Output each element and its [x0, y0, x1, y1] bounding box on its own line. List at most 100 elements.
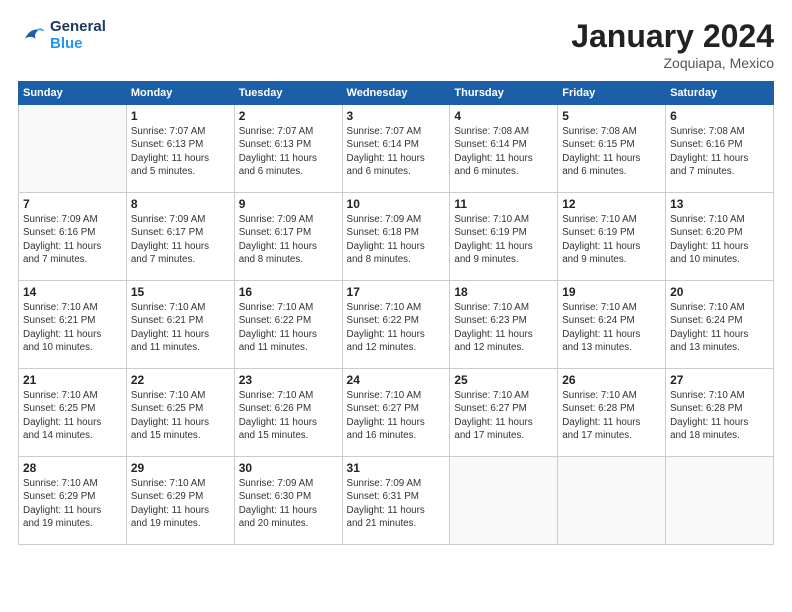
page: General Blue January 2024 Zoquiapa, Mexi… [0, 0, 792, 612]
cell-info: Sunrise: 7:09 AM Sunset: 6:30 PM Dayligh… [239, 477, 338, 530]
day-number: 24 [347, 372, 446, 388]
day-number: 1 [131, 108, 230, 124]
day-number: 23 [239, 372, 338, 388]
cell-info: Sunrise: 7:10 AM Sunset: 6:29 PM Dayligh… [131, 477, 230, 530]
day-number: 21 [23, 372, 122, 388]
day-number: 16 [239, 284, 338, 300]
cell-info: Sunrise: 7:10 AM Sunset: 6:28 PM Dayligh… [670, 389, 769, 442]
cell-info: Sunrise: 7:09 AM Sunset: 6:17 PM Dayligh… [239, 213, 338, 266]
logo: General Blue [18, 18, 106, 53]
logo-text: General Blue [50, 18, 106, 53]
cell-info: Sunrise: 7:10 AM Sunset: 6:25 PM Dayligh… [23, 389, 122, 442]
calendar-cell: 11Sunrise: 7:10 AM Sunset: 6:19 PM Dayli… [450, 193, 558, 281]
week-row: 7Sunrise: 7:09 AM Sunset: 6:16 PM Daylig… [19, 193, 774, 281]
day-number: 25 [454, 372, 553, 388]
day-header-wednesday: Wednesday [342, 82, 450, 105]
calendar-cell: 27Sunrise: 7:10 AM Sunset: 6:28 PM Dayli… [666, 369, 774, 457]
calendar-cell: 10Sunrise: 7:09 AM Sunset: 6:18 PM Dayli… [342, 193, 450, 281]
calendar-cell: 28Sunrise: 7:10 AM Sunset: 6:29 PM Dayli… [19, 457, 127, 545]
calendar-cell: 5Sunrise: 7:08 AM Sunset: 6:15 PM Daylig… [558, 105, 666, 193]
day-number: 18 [454, 284, 553, 300]
calendar-cell: 12Sunrise: 7:10 AM Sunset: 6:19 PM Dayli… [558, 193, 666, 281]
calendar-cell: 16Sunrise: 7:10 AM Sunset: 6:22 PM Dayli… [234, 281, 342, 369]
calendar-cell: 20Sunrise: 7:10 AM Sunset: 6:24 PM Dayli… [666, 281, 774, 369]
day-number: 28 [23, 460, 122, 476]
cell-info: Sunrise: 7:10 AM Sunset: 6:21 PM Dayligh… [131, 301, 230, 354]
calendar-cell: 2Sunrise: 7:07 AM Sunset: 6:13 PM Daylig… [234, 105, 342, 193]
calendar-cell: 4Sunrise: 7:08 AM Sunset: 6:14 PM Daylig… [450, 105, 558, 193]
calendar-title: January 2024 [571, 18, 774, 55]
day-number: 29 [131, 460, 230, 476]
week-row: 21Sunrise: 7:10 AM Sunset: 6:25 PM Dayli… [19, 369, 774, 457]
day-number: 2 [239, 108, 338, 124]
cell-info: Sunrise: 7:10 AM Sunset: 6:22 PM Dayligh… [347, 301, 446, 354]
calendar-cell: 1Sunrise: 7:07 AM Sunset: 6:13 PM Daylig… [126, 105, 234, 193]
day-number: 4 [454, 108, 553, 124]
cell-info: Sunrise: 7:09 AM Sunset: 6:31 PM Dayligh… [347, 477, 446, 530]
day-number: 7 [23, 196, 122, 212]
day-number: 17 [347, 284, 446, 300]
header: General Blue January 2024 Zoquiapa, Mexi… [18, 18, 774, 71]
calendar-cell: 24Sunrise: 7:10 AM Sunset: 6:27 PM Dayli… [342, 369, 450, 457]
calendar-cell [558, 457, 666, 545]
calendar-cell: 29Sunrise: 7:10 AM Sunset: 6:29 PM Dayli… [126, 457, 234, 545]
cell-info: Sunrise: 7:07 AM Sunset: 6:14 PM Dayligh… [347, 125, 446, 178]
day-header-tuesday: Tuesday [234, 82, 342, 105]
cell-info: Sunrise: 7:10 AM Sunset: 6:28 PM Dayligh… [562, 389, 661, 442]
calendar-cell: 9Sunrise: 7:09 AM Sunset: 6:17 PM Daylig… [234, 193, 342, 281]
day-number: 12 [562, 196, 661, 212]
day-header-friday: Friday [558, 82, 666, 105]
calendar-cell: 17Sunrise: 7:10 AM Sunset: 6:22 PM Dayli… [342, 281, 450, 369]
day-number: 31 [347, 460, 446, 476]
calendar-cell: 6Sunrise: 7:08 AM Sunset: 6:16 PM Daylig… [666, 105, 774, 193]
calendar-cell: 8Sunrise: 7:09 AM Sunset: 6:17 PM Daylig… [126, 193, 234, 281]
day-number: 8 [131, 196, 230, 212]
cell-info: Sunrise: 7:10 AM Sunset: 6:20 PM Dayligh… [670, 213, 769, 266]
calendar-cell: 25Sunrise: 7:10 AM Sunset: 6:27 PM Dayli… [450, 369, 558, 457]
day-number: 22 [131, 372, 230, 388]
cell-info: Sunrise: 7:08 AM Sunset: 6:14 PM Dayligh… [454, 125, 553, 178]
week-row: 28Sunrise: 7:10 AM Sunset: 6:29 PM Dayli… [19, 457, 774, 545]
cell-info: Sunrise: 7:10 AM Sunset: 6:22 PM Dayligh… [239, 301, 338, 354]
cell-info: Sunrise: 7:08 AM Sunset: 6:16 PM Dayligh… [670, 125, 769, 178]
cell-info: Sunrise: 7:10 AM Sunset: 6:27 PM Dayligh… [347, 389, 446, 442]
cell-info: Sunrise: 7:10 AM Sunset: 6:25 PM Dayligh… [131, 389, 230, 442]
calendar-cell: 18Sunrise: 7:10 AM Sunset: 6:23 PM Dayli… [450, 281, 558, 369]
day-number: 27 [670, 372, 769, 388]
day-number: 15 [131, 284, 230, 300]
cell-info: Sunrise: 7:08 AM Sunset: 6:15 PM Dayligh… [562, 125, 661, 178]
calendar-cell: 22Sunrise: 7:10 AM Sunset: 6:25 PM Dayli… [126, 369, 234, 457]
cell-info: Sunrise: 7:10 AM Sunset: 6:21 PM Dayligh… [23, 301, 122, 354]
week-row: 14Sunrise: 7:10 AM Sunset: 6:21 PM Dayli… [19, 281, 774, 369]
cell-info: Sunrise: 7:10 AM Sunset: 6:19 PM Dayligh… [454, 213, 553, 266]
calendar-cell: 19Sunrise: 7:10 AM Sunset: 6:24 PM Dayli… [558, 281, 666, 369]
day-number: 5 [562, 108, 661, 124]
day-number: 6 [670, 108, 769, 124]
calendar-subtitle: Zoquiapa, Mexico [571, 55, 774, 71]
cell-info: Sunrise: 7:07 AM Sunset: 6:13 PM Dayligh… [239, 125, 338, 178]
day-number: 13 [670, 196, 769, 212]
cell-info: Sunrise: 7:10 AM Sunset: 6:19 PM Dayligh… [562, 213, 661, 266]
cell-info: Sunrise: 7:09 AM Sunset: 6:16 PM Dayligh… [23, 213, 122, 266]
calendar-cell: 14Sunrise: 7:10 AM Sunset: 6:21 PM Dayli… [19, 281, 127, 369]
calendar-cell: 15Sunrise: 7:10 AM Sunset: 6:21 PM Dayli… [126, 281, 234, 369]
day-number: 3 [347, 108, 446, 124]
cell-info: Sunrise: 7:10 AM Sunset: 6:26 PM Dayligh… [239, 389, 338, 442]
calendar-cell: 3Sunrise: 7:07 AM Sunset: 6:14 PM Daylig… [342, 105, 450, 193]
cell-info: Sunrise: 7:10 AM Sunset: 6:29 PM Dayligh… [23, 477, 122, 530]
calendar-cell: 13Sunrise: 7:10 AM Sunset: 6:20 PM Dayli… [666, 193, 774, 281]
calendar-cell: 21Sunrise: 7:10 AM Sunset: 6:25 PM Dayli… [19, 369, 127, 457]
cell-info: Sunrise: 7:07 AM Sunset: 6:13 PM Dayligh… [131, 125, 230, 178]
day-header-thursday: Thursday [450, 82, 558, 105]
day-number: 30 [239, 460, 338, 476]
cell-info: Sunrise: 7:10 AM Sunset: 6:27 PM Dayligh… [454, 389, 553, 442]
week-row: 1Sunrise: 7:07 AM Sunset: 6:13 PM Daylig… [19, 105, 774, 193]
day-header-monday: Monday [126, 82, 234, 105]
cell-info: Sunrise: 7:10 AM Sunset: 6:23 PM Dayligh… [454, 301, 553, 354]
day-header-saturday: Saturday [666, 82, 774, 105]
cell-info: Sunrise: 7:09 AM Sunset: 6:18 PM Dayligh… [347, 213, 446, 266]
cell-info: Sunrise: 7:10 AM Sunset: 6:24 PM Dayligh… [670, 301, 769, 354]
logo-icon [18, 21, 46, 49]
day-number: 11 [454, 196, 553, 212]
calendar-cell [450, 457, 558, 545]
